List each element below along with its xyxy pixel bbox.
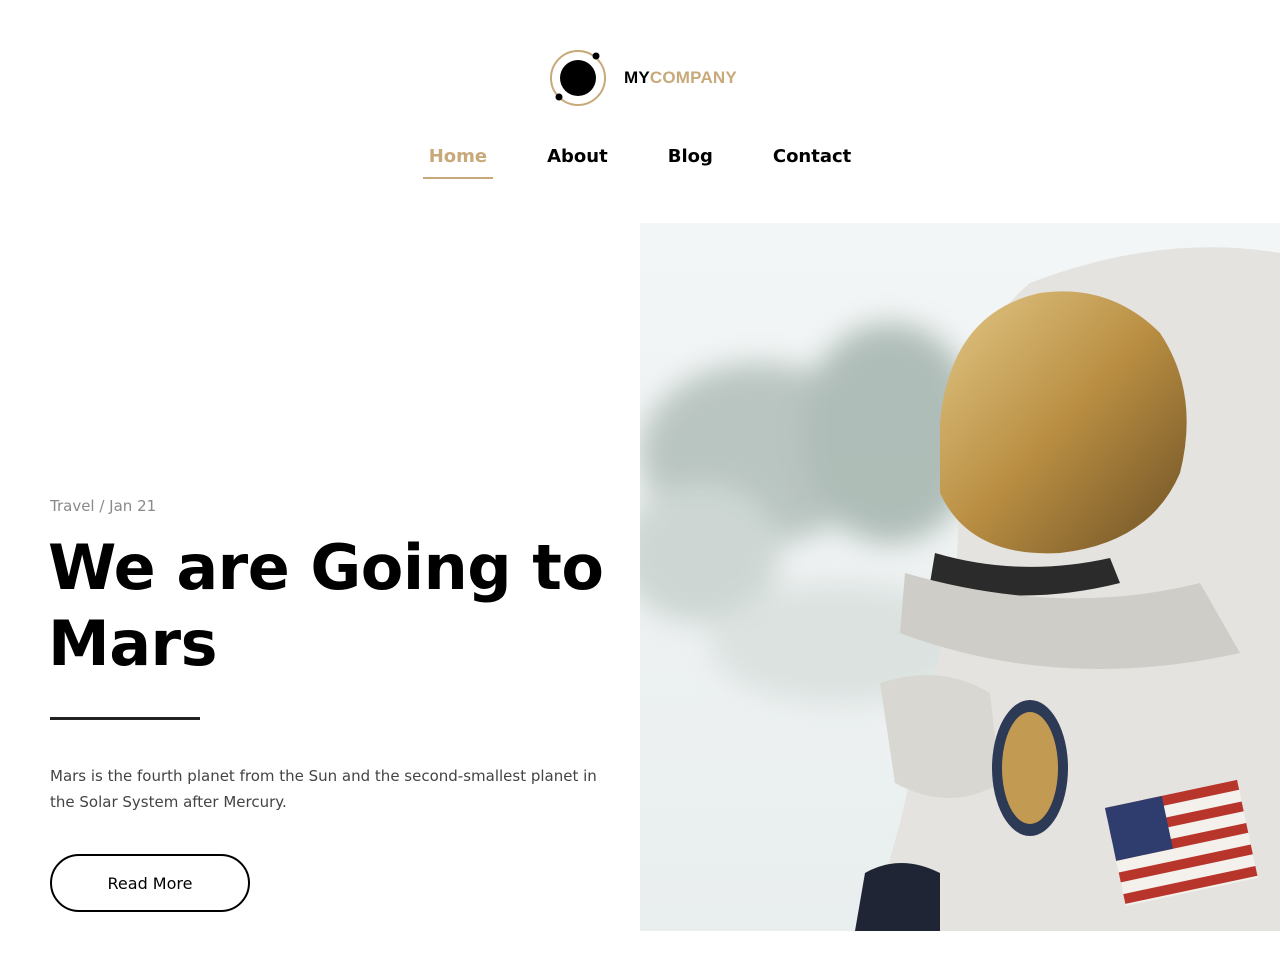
main-nav: Home About Blog Contact <box>0 146 1280 179</box>
planet-orbit-logo-icon <box>550 50 606 106</box>
brand-logo[interactable]: MYCOMPANY <box>548 46 737 110</box>
page-title: We are Going to Mars <box>48 530 618 682</box>
read-more-button[interactable]: Read More <box>50 854 250 912</box>
brand-name-part1: MY <box>624 68 650 87</box>
nav-item-home[interactable]: Home <box>422 146 494 179</box>
title-line-1: We are Going to <box>48 531 604 604</box>
title-divider <box>50 717 200 720</box>
brand-name-part2: COMPANY <box>649 68 737 87</box>
nav-item-blog[interactable]: Blog <box>662 146 719 171</box>
nav-item-about[interactable]: About <box>541 146 614 171</box>
title-line-2: Mars <box>48 607 218 680</box>
post-meta: Travel / Jan 21 <box>50 497 157 515</box>
astronaut-in-snow-photo <box>640 223 1280 931</box>
nav-item-contact[interactable]: Contact <box>767 146 857 171</box>
hero-description: Mars is the fourth planet from the Sun a… <box>50 767 597 811</box>
brand-name: MYCOMPANY <box>624 68 737 88</box>
